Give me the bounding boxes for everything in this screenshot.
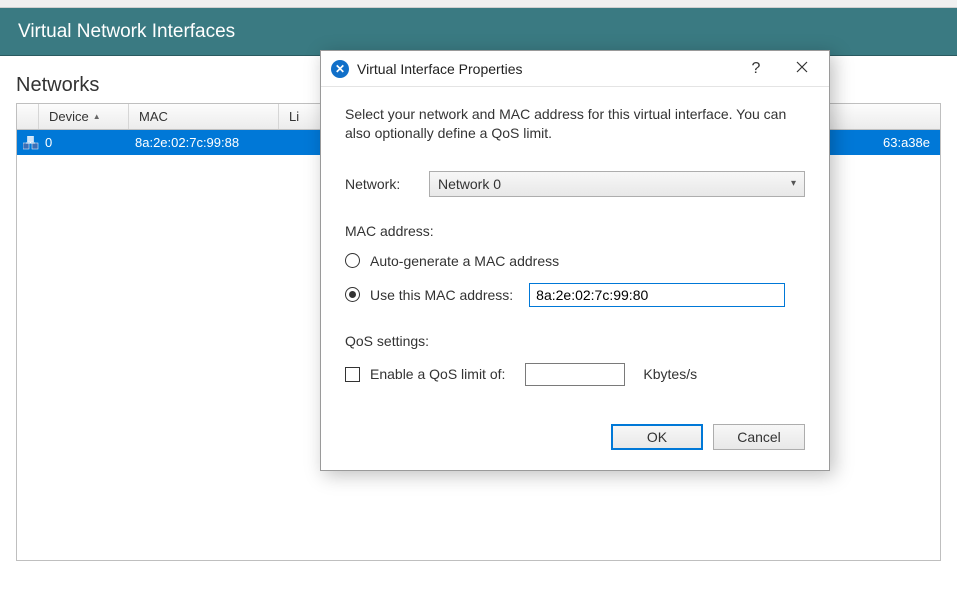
chevron-down-icon: ▾ <box>791 178 796 189</box>
radio-icon <box>345 253 360 268</box>
help-button[interactable]: ? <box>733 54 779 84</box>
network-select-value: Network 0 <box>438 176 501 192</box>
dialog-footer: OK Cancel <box>321 396 829 470</box>
col-icon[interactable] <box>17 104 39 129</box>
col-device-label: Device <box>49 109 89 124</box>
tabs-strip <box>0 0 957 8</box>
qos-checkbox-label: Enable a QoS limit of: <box>370 366 505 382</box>
ok-button[interactable]: OK <box>611 424 703 450</box>
page-title: Virtual Network Interfaces <box>18 21 235 43</box>
close-button[interactable] <box>779 54 825 84</box>
virtual-interface-dialog: ✕ Virtual Interface Properties ? Select … <box>320 50 830 471</box>
qos-checkbox[interactable] <box>345 367 360 382</box>
cell-mac: 8a:2e:02:7c:99:88 <box>129 135 279 150</box>
dialog-titlebar[interactable]: ✕ Virtual Interface Properties ? <box>321 51 829 87</box>
col-link-label: Li <box>289 109 299 124</box>
cancel-label: Cancel <box>737 429 781 445</box>
dialog-icon: ✕ <box>331 60 349 78</box>
help-icon: ? <box>752 60 761 78</box>
qos-unit-label: Kbytes/s <box>643 366 697 382</box>
qos-group-label: QoS settings: <box>345 333 805 349</box>
mac-address-input[interactable] <box>529 283 785 307</box>
radio-auto-generate[interactable]: Auto-generate a MAC address <box>345 253 805 269</box>
cancel-button[interactable]: Cancel <box>713 424 805 450</box>
col-device[interactable]: Device ▲ <box>39 104 129 129</box>
radio-use-mac[interactable]: Use this MAC address: <box>345 283 805 307</box>
close-icon <box>796 60 808 78</box>
cell-device: 0 <box>45 135 52 150</box>
radio-icon <box>345 287 360 302</box>
page-header: Virtual Network Interfaces <box>0 8 957 56</box>
qos-limit-input[interactable] <box>525 363 625 386</box>
radio-auto-label: Auto-generate a MAC address <box>370 253 559 269</box>
network-label: Network: <box>345 176 429 192</box>
network-select[interactable]: Network 0 ▾ <box>429 171 805 197</box>
col-mac-label: MAC <box>139 109 168 124</box>
dialog-intro: Select your network and MAC address for … <box>345 105 805 143</box>
dialog-title: Virtual Interface Properties <box>357 61 733 77</box>
mac-group-label: MAC address: <box>345 223 805 239</box>
sort-asc-icon: ▲ <box>93 112 101 121</box>
dialog-body: Select your network and MAC address for … <box>321 87 829 396</box>
ok-label: OK <box>647 429 667 445</box>
network-adapter-icon <box>23 136 39 150</box>
radio-use-label: Use this MAC address: <box>370 287 513 303</box>
col-mac[interactable]: MAC <box>129 104 279 129</box>
